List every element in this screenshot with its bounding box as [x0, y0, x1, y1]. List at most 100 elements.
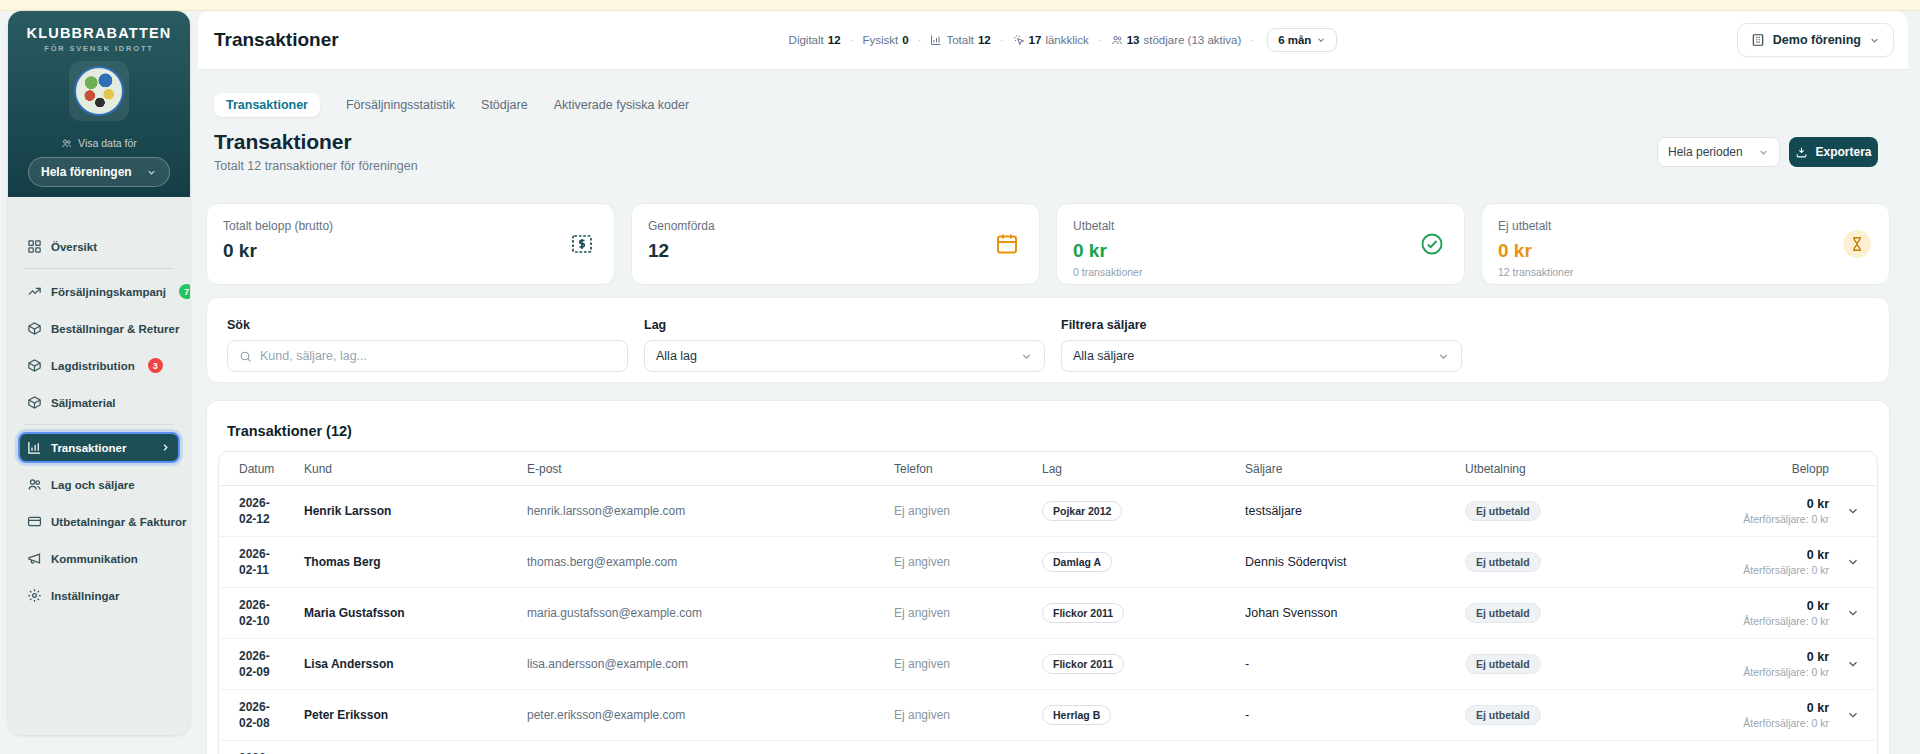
topbar-stat: Digitalt 12 — [789, 34, 854, 46]
cell-kund: Maria Gustafsson — [304, 606, 527, 620]
stat-cards: Totalt belopp (brutto) 0 kr Genomförda 1… — [206, 203, 1890, 285]
period-pill[interactable]: 6 mån — [1267, 28, 1337, 52]
sidebar-item[interactable]: Säljmaterial — [18, 387, 180, 418]
lag-filter-select[interactable]: Alla lag — [644, 340, 1045, 372]
cell-epost: henrik.larsson@example.com — [527, 504, 894, 518]
row-expand-chevron[interactable] — [1829, 555, 1877, 569]
transactions-title: Transaktioner (12) — [227, 423, 1869, 439]
utbetalning-pill: Ej utbetald — [1465, 552, 1541, 572]
tab-label: Transaktioner — [226, 98, 308, 112]
col-belopp: Belopp — [1639, 462, 1829, 476]
table-row[interactable]: 2026-02-11 Thomas Berg thomas.berg@examp… — [219, 537, 1877, 588]
sidebar-item-label: Säljmaterial — [51, 397, 116, 409]
lag-pill: Flickor 2011 — [1042, 603, 1124, 623]
table-row[interactable]: 2026-02-07 0 krÅterförsäljare: 0 kr — [219, 741, 1877, 754]
cell-datum: 2026-02-10 — [239, 597, 304, 629]
period-range-select[interactable]: Hela perioden — [1657, 137, 1780, 167]
cell-belopp: 0 krÅterförsäljare: 0 kr — [1639, 599, 1829, 627]
lag-pill: Pojkar 2012 — [1042, 501, 1122, 521]
chevron-down-icon — [1846, 504, 1860, 518]
chevron-down-icon — [1020, 350, 1033, 363]
sidebar-item-label: Inställningar — [51, 590, 119, 602]
table-row[interactable]: 2026-02-12 Henrik Larsson henrik.larsson… — [219, 486, 1877, 537]
cell-kund: Henrik Larsson — [304, 504, 527, 518]
export-button[interactable]: Exportera — [1789, 137, 1878, 167]
sidebar-item[interactable]: Kommunikation — [18, 543, 180, 574]
row-expand-chevron[interactable] — [1829, 606, 1877, 620]
sidebar-item[interactable]: Transaktioner — [18, 432, 180, 463]
table-row[interactable]: 2026-02-09 Lisa Andersson lisa.andersson… — [219, 639, 1877, 690]
package-icon — [27, 321, 42, 336]
sidebar-item[interactable]: Lag och säljare — [18, 469, 180, 500]
row-expand-chevron[interactable] — [1829, 708, 1877, 722]
cell-belopp: 0 krÅterförsäljare: 0 kr — [1639, 650, 1829, 678]
cell-kund: Peter Eriksson — [304, 708, 527, 722]
bar-chart-icon — [27, 440, 42, 455]
row-expand-chevron[interactable] — [1829, 504, 1877, 518]
stat-card: Utbetalt 0 kr 0 transaktioner — [1056, 203, 1465, 285]
stat-value: 12 — [978, 34, 991, 46]
topbar-stat: Fysiskt 0 — [862, 34, 921, 46]
lag-filter-value: Alla lag — [656, 349, 697, 363]
cell-saljare: - — [1245, 708, 1465, 722]
stat-card-label: Utbetalt — [1073, 219, 1448, 233]
scope-select[interactable]: Hela föreningen — [28, 157, 170, 187]
stat-value: 0 — [902, 34, 908, 46]
table-row[interactable]: 2026-02-08 Peter Eriksson peter.eriksson… — [219, 690, 1877, 741]
stat-value: 17 — [1029, 34, 1042, 46]
sidebar-item[interactable]: Beställningar & Returer — [18, 313, 180, 344]
filters-card: Sök Kund, säljare, lag... Lag Alla lag F… — [206, 297, 1890, 383]
users-icon — [61, 138, 72, 149]
col-datum: Datum — [239, 462, 304, 476]
tab[interactable]: Stödjare — [481, 98, 528, 112]
cell-telefon: Ej angiven — [894, 606, 1042, 620]
tab[interactable]: Transaktioner — [214, 93, 320, 117]
tab[interactable]: Aktiverade fysiska koder — [554, 98, 689, 112]
sidebar-item[interactable]: Översikt — [18, 231, 180, 262]
cell-telefon: Ej angiven — [894, 504, 1042, 518]
chevron-down-icon — [1846, 606, 1860, 620]
menu-divider — [24, 268, 174, 269]
tab[interactable]: Försäljningsstatistik — [346, 98, 455, 112]
building-icon — [1751, 33, 1765, 47]
tab-label: Försäljningsstatistik — [346, 98, 455, 112]
chevron-down-icon — [1758, 147, 1769, 158]
stat-label: Fysiskt — [862, 34, 898, 46]
grid-icon — [27, 239, 42, 254]
search-input[interactable]: Kund, säljare, lag... — [227, 340, 628, 372]
cell-datum: 2026-02-07 — [239, 750, 304, 754]
row-expand-chevron[interactable] — [1829, 657, 1877, 671]
sidebar-item[interactable]: Försäljningskampanj 7 — [18, 276, 180, 307]
topbar-stats: Digitalt 12 Fysiskt 0 Totalt 12 17 — [638, 28, 1488, 52]
topbar-stat: Totalt 12 — [930, 34, 1003, 46]
col-kund: Kund — [304, 462, 527, 476]
stat-card-subtext: 12 transaktioner — [1498, 266, 1873, 278]
stat-label: Digitalt — [789, 34, 824, 46]
search-placeholder: Kund, säljare, lag... — [260, 349, 367, 363]
utbetalning-pill: Ej utbetald — [1465, 654, 1541, 674]
utbetalning-pill: Ej utbetald — [1465, 603, 1541, 623]
chevron-down-icon — [1846, 708, 1860, 722]
users-icon — [1111, 34, 1123, 46]
hourglass-icon — [1843, 230, 1871, 258]
lag-pill: Damlag A — [1042, 552, 1112, 572]
sidebar-item[interactable]: Inställningar — [18, 580, 180, 611]
chart-icon — [930, 34, 942, 46]
lag-pill: Herrlag B — [1042, 705, 1111, 725]
cell-belopp: 0 krÅterförsäljare: 0 kr — [1639, 701, 1829, 729]
package-icon — [27, 395, 42, 410]
scope-select-value: Hela föreningen — [41, 165, 132, 179]
chevron-down-icon — [1316, 35, 1326, 45]
topbar-stat: 17 länkklick — [1013, 34, 1102, 46]
org-switcher-button[interactable]: Demo förening — [1737, 23, 1894, 57]
notification-badge: 3 — [148, 358, 163, 373]
saljare-filter-select[interactable]: Alla säljare — [1061, 340, 1462, 372]
sidebar-item[interactable]: Lagdistribution 3 — [18, 350, 180, 381]
table-row[interactable]: 2026-02-10 Maria Gustafsson maria.gustaf… — [219, 588, 1877, 639]
chevron-down-icon — [1437, 350, 1450, 363]
cell-kund: Lisa Andersson — [304, 657, 527, 671]
brand-subtitle: FÖR SVENSK IDROTT — [8, 44, 190, 53]
trending-up-icon — [27, 284, 42, 299]
cell-saljare: testsäljare — [1245, 504, 1465, 518]
sidebar-item[interactable]: Utbetalningar & Fakturor — [18, 506, 180, 537]
